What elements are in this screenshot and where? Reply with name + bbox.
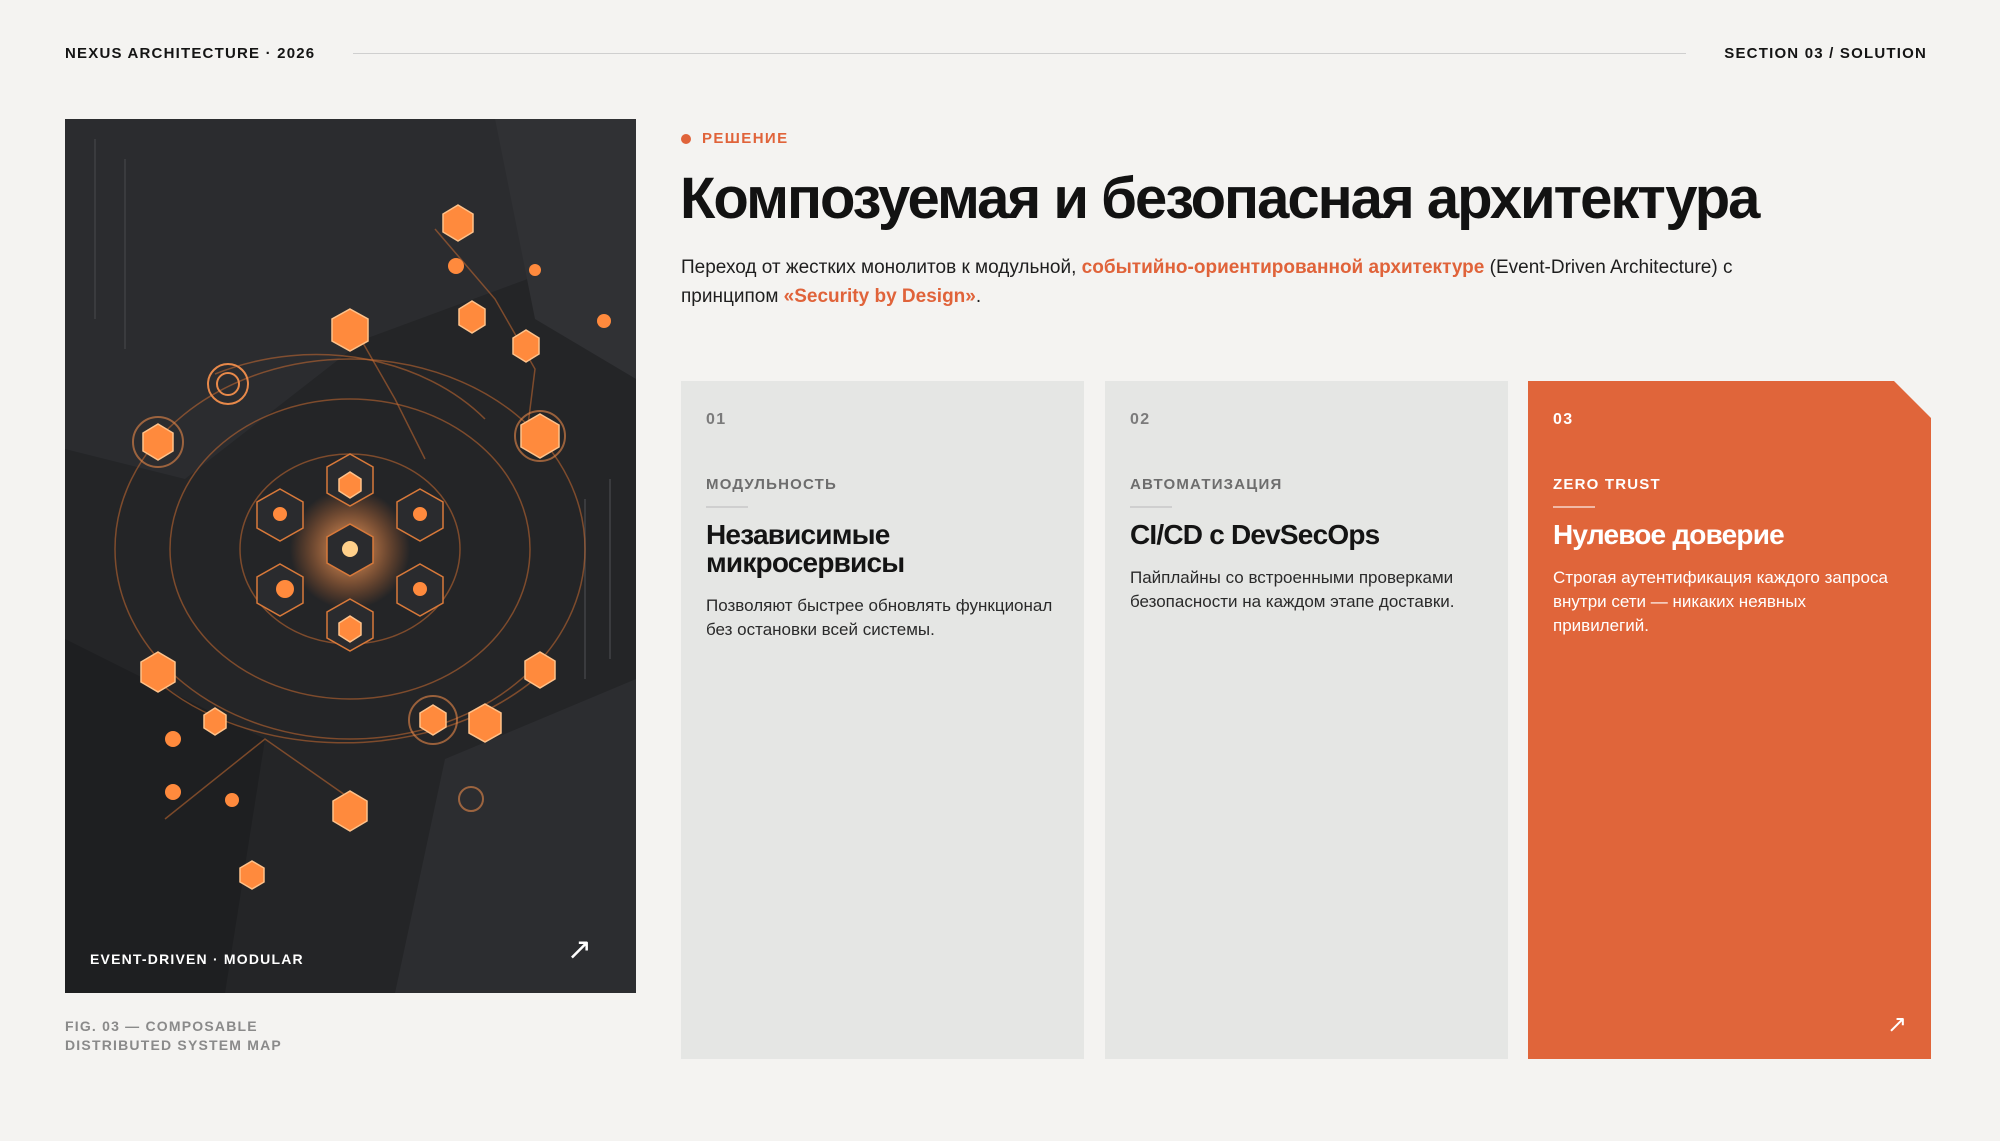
card-description: Строгая аутентификация каждого запроса в… xyxy=(1553,568,1888,635)
figure-overlay-label: EVENT-DRIVEN · MODULAR xyxy=(90,951,304,967)
section-kicker: РЕШЕНИЕ xyxy=(681,130,789,147)
lead-highlight-security: «Security by Design» xyxy=(783,286,976,307)
kicker-label: РЕШЕНИЕ xyxy=(702,130,789,147)
lead-paragraph: Переход от жестких монолитов к модульной… xyxy=(681,253,1811,311)
section-label: SECTION 03 / SOLUTION xyxy=(1724,44,1927,62)
arrow-up-right-icon[interactable]: ↗ xyxy=(1887,1013,1907,1037)
card-number: 01 xyxy=(706,411,727,428)
lead-highlight-eda: событийно-ориентированной архитектуре xyxy=(1081,257,1485,278)
lead-text-3: . xyxy=(975,286,982,307)
card-automation[interactable]: 02 АВТОМАТИЗАЦИЯ CI/CD с DevSecOps Пайпл… xyxy=(1105,381,1508,1059)
header-divider xyxy=(353,52,1687,54)
card-title: Независимые микросервисы xyxy=(706,519,905,578)
arrow-up-right-icon[interactable]: ↗ xyxy=(567,935,592,965)
page-title: Композуемая и безопасная архитектура xyxy=(680,166,1760,231)
caption-line-1: FIG. 03 — COMPOSABLE xyxy=(65,1018,258,1034)
brand-label: NEXUS ARCHITECTURE · 2026 xyxy=(65,44,316,62)
top-bar: NEXUS ARCHITECTURE · 2026 SECTION 03 / S… xyxy=(65,40,1927,66)
card-tag: МОДУЛЬНОСТЬ xyxy=(706,476,838,493)
card-tag-divider xyxy=(1553,506,1595,508)
figure-caption: FIG. 03 — COMPOSABLE DISTRIBUTED SYSTEM … xyxy=(65,1017,365,1055)
system-map-illustration: EVENT-DRIVEN · MODULAR ↗ xyxy=(65,119,636,993)
card-number: 03 xyxy=(1553,411,1574,428)
caption-line-2: DISTRIBUTED SYSTEM MAP xyxy=(65,1037,282,1053)
card-zero-trust[interactable]: 03 ZERO TRUST Нулевое доверие Строгая ау… xyxy=(1528,381,1931,1059)
card-number: 02 xyxy=(1130,411,1151,428)
card-description: Пайплайны со встроенными проверками безо… xyxy=(1130,568,1455,611)
kicker-dot-icon xyxy=(681,133,691,144)
card-tag: ZERO TRUST xyxy=(1553,476,1661,493)
card-modularity[interactable]: 01 МОДУЛЬНОСТЬ Независимые микросервисы … xyxy=(681,381,1084,1059)
card-title: Нулевое доверие xyxy=(1553,519,1785,550)
lead-text-1: Переход от жестких монолитов к модульной… xyxy=(681,257,1082,278)
card-tag-divider xyxy=(1130,506,1172,508)
card-tag-divider xyxy=(706,506,748,508)
card-tag: АВТОМАТИЗАЦИЯ xyxy=(1130,476,1283,493)
card-title: CI/CD с DevSecOps xyxy=(1130,519,1380,550)
system-map-graphic xyxy=(65,119,636,993)
card-description: Позволяют быстрее обновлять функционал б… xyxy=(706,596,1053,639)
